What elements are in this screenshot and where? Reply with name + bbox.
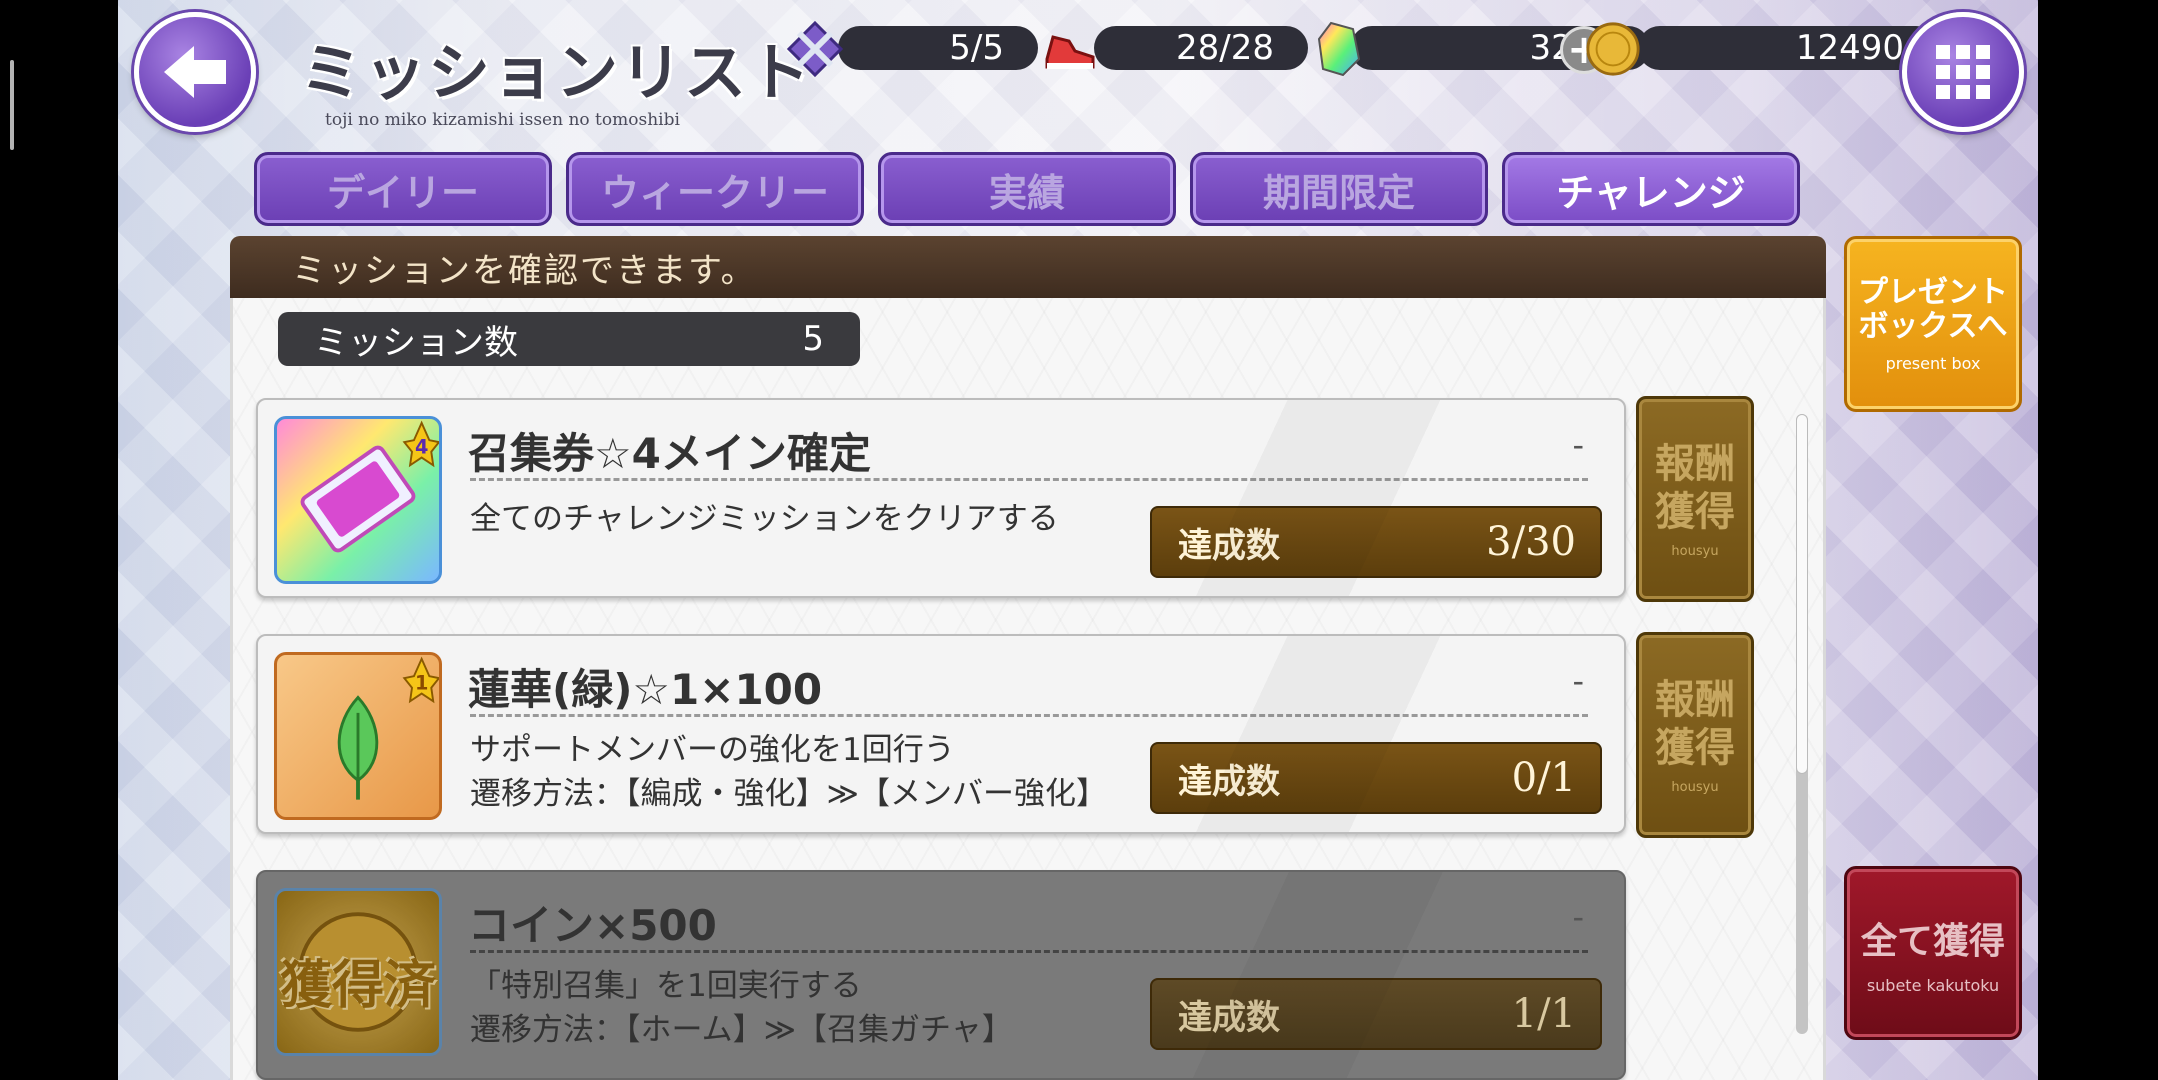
coin-icon <box>1582 18 1644 80</box>
rainbow-crystal-icon <box>1308 18 1370 80</box>
battle-counter: 5/5 <box>838 26 1038 70</box>
svg-text:1: 1 <box>415 672 428 695</box>
svg-text:4: 4 <box>415 436 428 459</box>
progress-value: 3/30 <box>1486 519 1576 565</box>
tab-weekly[interactable]: ウィークリー <box>566 152 864 226</box>
progress-label: 達成数 <box>1178 761 1280 802</box>
battle-value: 5/5 <box>949 28 1004 68</box>
coin-value: 12490 <box>1795 28 1904 68</box>
main-menu-button[interactable] <box>1902 12 2024 132</box>
claimed-stamp: 獲得済 <box>279 956 436 1016</box>
mission-hyphen: - <box>1572 898 1584 936</box>
claim-reward-button[interactable]: 報酬 獲得 housyu <box>1636 396 1754 602</box>
scrollbar-thumb[interactable] <box>1796 414 1808 774</box>
crossed-swords-icon <box>784 18 846 80</box>
tab-challenge[interactable]: チャレンジ <box>1502 152 1800 226</box>
tab-daily[interactable]: デイリー <box>254 152 552 226</box>
mission-card-completed: 獲得済 コイン×500 - 「特別召集」を1回実行する 遷移方法：【ホーム】≫【… <box>256 870 1626 1080</box>
mission-count-label: ミッション数 <box>314 322 518 363</box>
coin-reward-icon: 獲得済 <box>274 888 442 1056</box>
progress-value: 1/1 <box>1511 991 1576 1037</box>
tab-limited[interactable]: 期間限定 <box>1190 152 1488 226</box>
back-arrow-icon <box>164 46 226 98</box>
mission-reward-name: コイン×500 <box>468 901 717 950</box>
mission-progress: 達成数 3/30 <box>1150 506 1602 578</box>
back-button[interactable] <box>134 12 256 132</box>
green-lotus-icon: 1 <box>274 652 442 820</box>
tab-achievements[interactable]: 実績 <box>878 152 1176 226</box>
system-edge-indicator <box>10 60 14 150</box>
mission-description: 全てのチャレンジミッションをクリアする <box>470 501 1059 537</box>
page-subtitle: toji no miko kizamishi issen no tomoshib… <box>325 110 680 130</box>
mission-hyphen: - <box>1572 662 1584 700</box>
stamina-counter: 28/28 <box>1094 26 1308 70</box>
mission-card: 4 召集券☆4メイン確定 - 全てのチャレンジミッションをクリアする 達成数 3… <box>256 398 1626 598</box>
mission-screen: ミッションリスト toji no miko kizamishi issen no… <box>118 0 2038 1080</box>
page-title: ミッションリスト <box>300 36 813 109</box>
mission-reward-name: 召集券☆4メイン確定 <box>468 429 871 478</box>
mission-progress: 達成数 0/1 <box>1150 742 1602 814</box>
progress-label: 達成数 <box>1178 525 1280 566</box>
mission-description: 「特別召集」を1回実行する 遷移方法：【ホーム】≫【召集ガチャ】 <box>470 968 1013 1048</box>
claim-reward-button[interactable]: 報酬 獲得 housyu <box>1636 632 1754 838</box>
mission-progress: 達成数 1/1 <box>1150 978 1602 1050</box>
mission-hyphen: - <box>1572 426 1584 464</box>
coin-counter: 12490 <box>1638 26 1938 70</box>
divider <box>470 478 1588 481</box>
claim-all-button[interactable]: 全て獲得 subete kakutoku <box>1844 866 2022 1040</box>
progress-value: 0/1 <box>1511 755 1576 801</box>
mission-count-value: 5 <box>802 319 824 359</box>
sneaker-icon <box>1038 18 1100 80</box>
divider <box>470 714 1588 717</box>
mission-count-bar: ミッション数 5 <box>278 312 860 366</box>
divider <box>470 950 1588 953</box>
present-box-button[interactable]: プレゼント ボックスへ present box <box>1844 236 2022 412</box>
mission-description: サポートメンバーの強化を1回行う 遷移方法：【編成・強化】≫【メンバー強化】 <box>470 732 1107 812</box>
mission-reward-name: 蓮華(緑)☆1×100 <box>468 665 823 714</box>
grid-icon <box>1936 45 1950 59</box>
stamina-value: 28/28 <box>1176 28 1274 68</box>
summon-ticket-icon: 4 <box>274 416 442 584</box>
panel-header: ミッションを確認できます。 <box>230 236 1826 298</box>
progress-label: 達成数 <box>1178 997 1280 1038</box>
mission-card: 1 蓮華(緑)☆1×100 - サポートメンバーの強化を1回行う 遷移方法：【編… <box>256 634 1626 834</box>
